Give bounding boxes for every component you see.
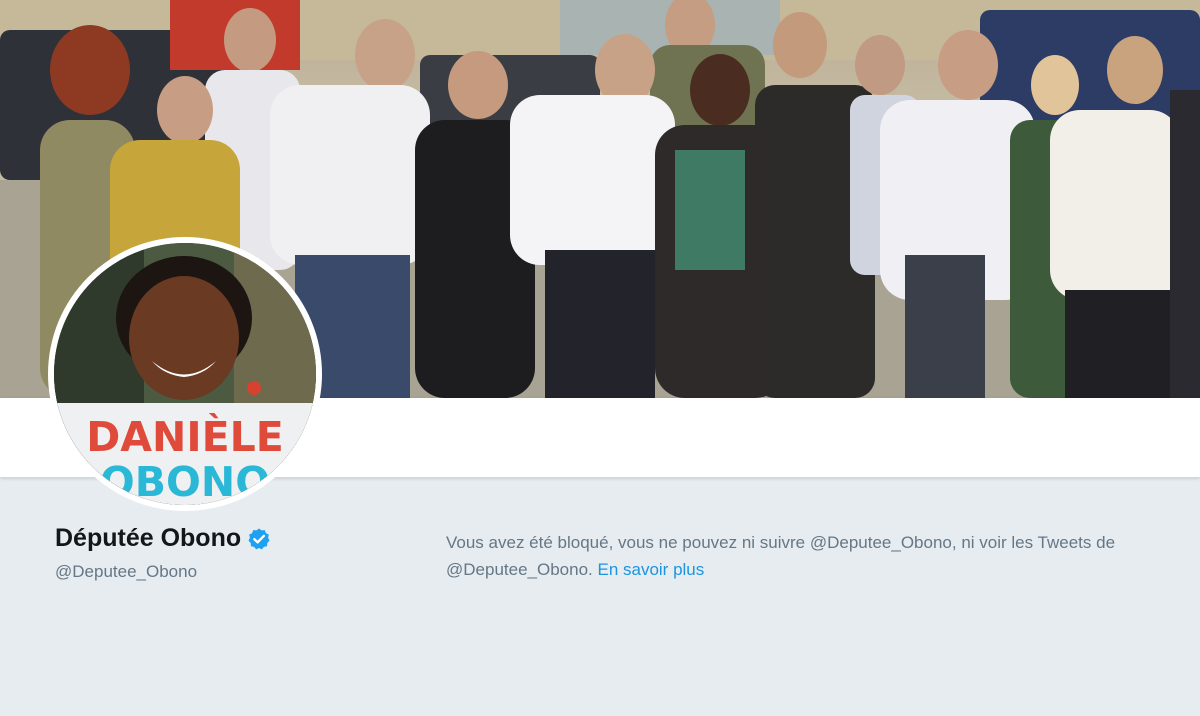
profile-display-name[interactable]: Députée Obono [55, 524, 241, 553]
verified-badge-icon [247, 527, 271, 551]
learn-more-link[interactable]: En savoir plus [597, 560, 704, 579]
avatar-text-lastname: OBONO [99, 458, 271, 505]
blocked-notice-text: Vous avez été bloqué, vous ne pouvez ni … [446, 533, 1116, 579]
blocked-notice: Vous avez été bloqué, vous ne pouvez ni … [446, 529, 1176, 583]
avatar-text-firstname: DANIÈLE [86, 413, 284, 461]
profile-handle[interactable]: @Deputee_Obono [55, 562, 197, 582]
profile-name-row: Députée Obono [55, 524, 271, 553]
profile-avatar[interactable]: DANIÈLE OBONO [48, 237, 322, 511]
avatar-image: DANIÈLE OBONO [54, 243, 316, 505]
